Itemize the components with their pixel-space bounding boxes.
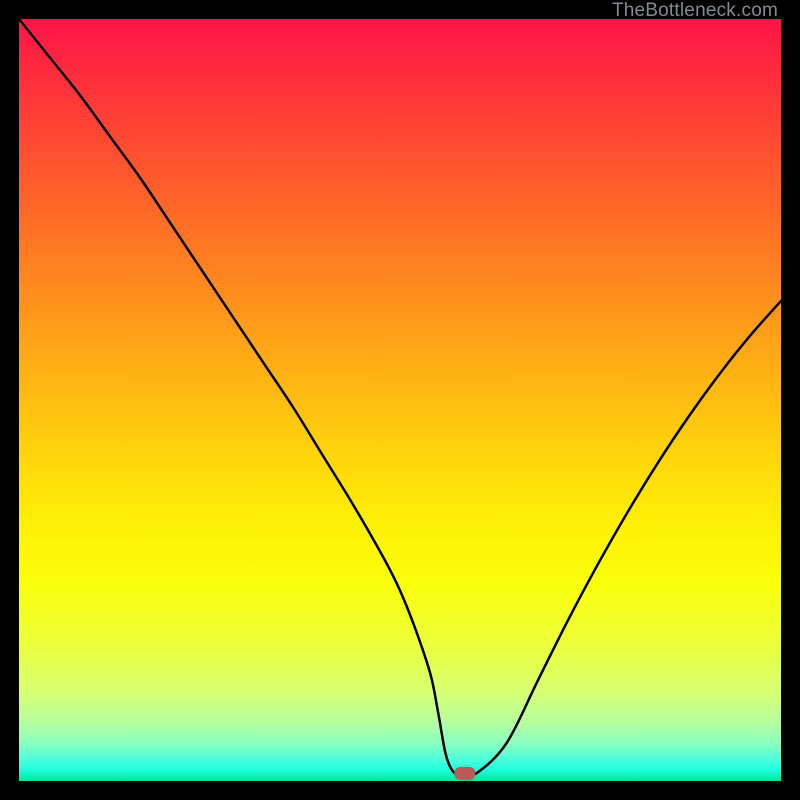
chart-container: TheBottleneck.com <box>0 0 800 800</box>
bottleneck-curve <box>19 19 781 776</box>
plot-area <box>19 19 781 781</box>
min-marker <box>454 767 475 779</box>
chart-svg <box>19 19 781 781</box>
watermark: TheBottleneck.com <box>612 0 778 22</box>
